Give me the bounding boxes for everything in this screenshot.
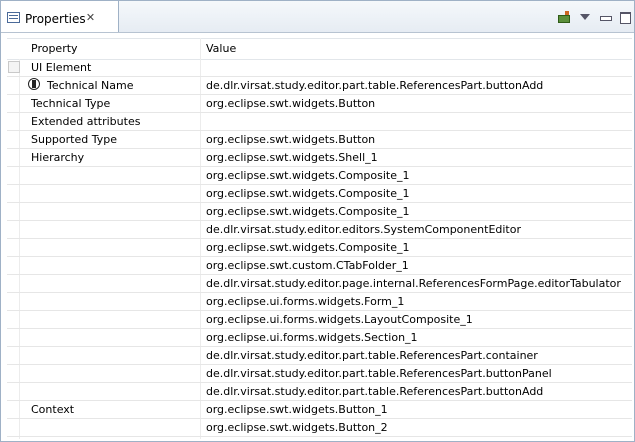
property-cell: Hierarchy <box>31 151 85 164</box>
value-cell: org.eclipse.swt.custom.CTabFolder_1 <box>206 259 409 272</box>
property-cell: UI Element <box>31 61 92 74</box>
table-row[interactable]: org.eclipse.swt.widgets.Button_2 <box>7 419 632 437</box>
value-cell: org.eclipse.swt.widgets.Composite_1 <box>206 169 410 182</box>
value-cell: org.eclipse.swt.widgets.Shell_1 <box>206 151 378 164</box>
value-cell: de.dlr.virsat.study.editor.part.table.Re… <box>206 385 544 398</box>
table-row[interactable]: Hierarchy org.eclipse.swt.widgets.Shell_… <box>7 149 632 167</box>
value-cell: org.eclipse.swt.widgets.Button <box>206 133 376 146</box>
value-cell: org.eclipse.swt.widgets.Button_1 <box>206 403 388 416</box>
table-row[interactable]: Extended attributes <box>7 113 632 131</box>
table-row[interactable]: org.eclipse.swt.widgets.Composite_1 <box>7 185 632 203</box>
table-row[interactable]: de.dlr.virsat.study.editor.editors.Syste… <box>7 221 632 239</box>
value-cell: org.eclipse.swt.widgets.Composite_1 <box>206 205 410 218</box>
properties-view: Properties ✕ Property Value UI Element T… <box>0 0 635 442</box>
table-row[interactable]: org.eclipse.swt.widgets.Composite_1 <box>7 167 632 185</box>
close-icon[interactable]: ✕ <box>84 11 97 24</box>
properties-view-icon <box>7 12 20 23</box>
value-cell: org.eclipse.swt.widgets.Composite_1 <box>206 187 410 200</box>
pin-icon[interactable] <box>557 11 571 23</box>
value-cell: org.eclipse.ui.forms.widgets.LayoutCompo… <box>206 313 473 326</box>
tab-title: Properties <box>25 12 86 26</box>
table-row[interactable]: org.eclipse.ui.forms.widgets.Section_1 <box>7 329 632 347</box>
table-row[interactable]: org.eclipse.swt.custom.CTabFolder_1 <box>7 257 632 275</box>
property-cell: Technical Type <box>31 97 111 110</box>
value-cell: de.dlr.virsat.study.editor.part.table.Re… <box>206 79 544 92</box>
column-header-property[interactable]: Property <box>31 42 78 55</box>
property-cell: Supported Type <box>31 133 117 146</box>
properties-table: UI Element Technical Name de.dlr.virsat.… <box>7 59 632 437</box>
value-cell: org.eclipse.swt.widgets.Button_2 <box>206 421 388 434</box>
property-cell: Technical Name <box>47 79 134 92</box>
table-row[interactable]: Technical Type org.eclipse.swt.widgets.B… <box>7 95 632 113</box>
view-menu-icon[interactable] <box>578 11 592 23</box>
maximize-icon[interactable] <box>618 11 632 24</box>
table-row[interactable]: Supported Type org.eclipse.swt.widgets.B… <box>7 131 632 149</box>
value-cell: de.dlr.virsat.study.editor.part.table.Re… <box>206 349 538 362</box>
table-row[interactable]: org.eclipse.swt.widgets.Composite_1 <box>7 203 632 221</box>
minimize-icon[interactable] <box>598 11 612 23</box>
property-cell: Extended attributes <box>31 115 141 128</box>
table-row[interactable]: de.dlr.virsat.study.editor.part.table.Re… <box>7 365 632 383</box>
table-row[interactable]: Technical Name de.dlr.virsat.study.edito… <box>7 77 632 95</box>
table-row[interactable]: de.dlr.virsat.study.editor.part.table.Re… <box>7 383 632 401</box>
value-cell: org.eclipse.ui.forms.widgets.Form_1 <box>206 295 405 308</box>
table-row[interactable]: UI Element <box>7 59 632 77</box>
table-row[interactable]: de.dlr.virsat.study.editor.page.internal… <box>7 275 632 293</box>
value-cell: org.eclipse.swt.widgets.Button <box>206 97 376 110</box>
table-row[interactable]: de.dlr.virsat.study.editor.part.table.Re… <box>7 347 632 365</box>
expand-toggle[interactable] <box>8 61 20 73</box>
table-row[interactable]: Context org.eclipse.swt.widgets.Button_1 <box>7 401 632 419</box>
table-row[interactable]: org.eclipse.ui.forms.widgets.LayoutCompo… <box>7 311 632 329</box>
table-row[interactable]: org.eclipse.ui.forms.widgets.Form_1 <box>7 293 632 311</box>
column-header-value[interactable]: Value <box>206 42 236 55</box>
properties-tab[interactable]: Properties ✕ <box>1 1 119 32</box>
table-header: Property Value <box>7 38 632 60</box>
value-cell: org.eclipse.swt.widgets.Composite_1 <box>206 241 410 254</box>
property-cell: Context <box>31 403 75 416</box>
table-row[interactable]: org.eclipse.swt.widgets.Composite_1 <box>7 239 632 257</box>
value-cell: de.dlr.virsat.study.editor.editors.Syste… <box>206 223 521 236</box>
value-cell: de.dlr.virsat.study.editor.page.internal… <box>206 277 621 290</box>
info-icon <box>28 78 40 90</box>
value-cell: org.eclipse.ui.forms.widgets.Section_1 <box>206 331 418 344</box>
value-cell: de.dlr.virsat.study.editor.part.table.Re… <box>206 367 552 380</box>
view-tab-bar: Properties ✕ <box>1 1 634 33</box>
